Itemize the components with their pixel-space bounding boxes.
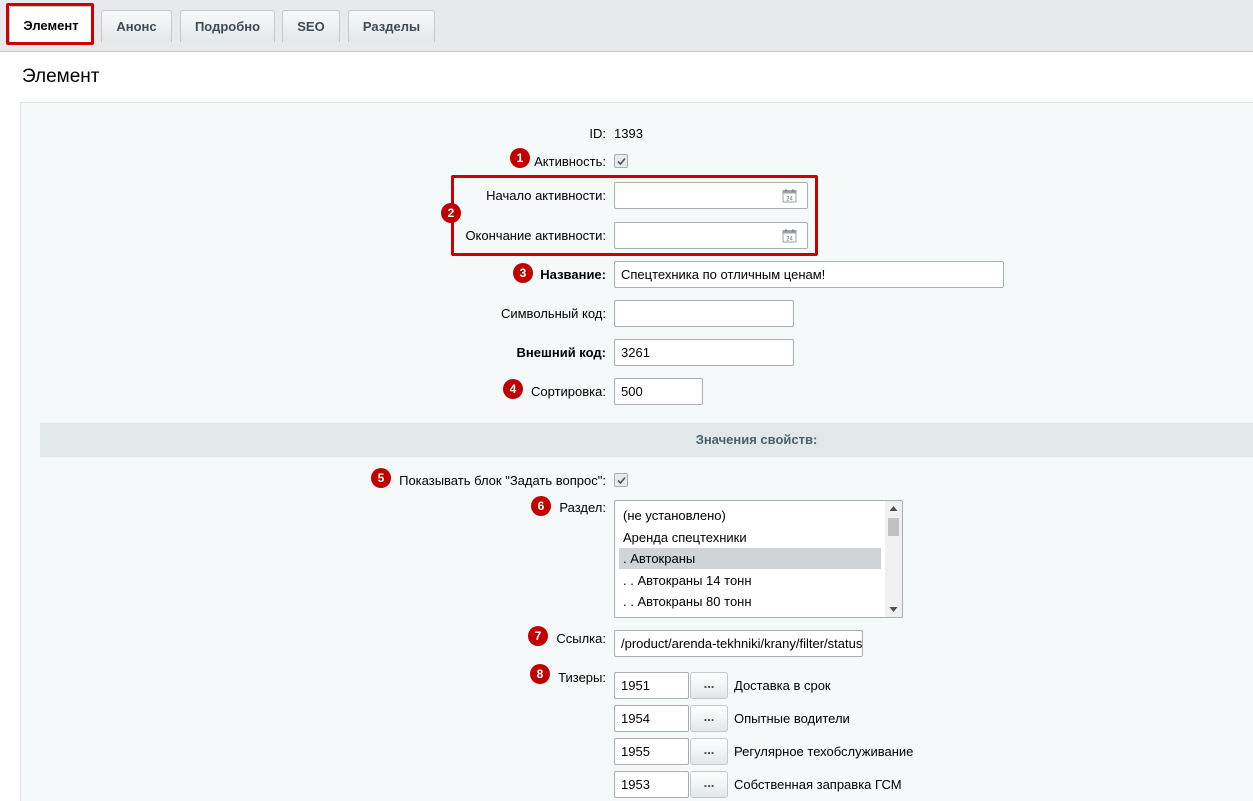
- teaser-select-button[interactable]: ...: [690, 738, 728, 765]
- show-question-label: Показывать блок "Задать вопрос":: [399, 473, 606, 488]
- badge-3: 3: [513, 263, 533, 283]
- id-label: ID:: [589, 126, 606, 141]
- badge-8: 8: [530, 664, 550, 684]
- teaser-select-button[interactable]: ...: [690, 672, 728, 699]
- checkmark-icon: [617, 157, 626, 166]
- code-input[interactable]: [614, 300, 794, 327]
- active-label: Активность:: [534, 154, 606, 169]
- code-label: Символьный код:: [500, 306, 606, 321]
- badge-4: 4: [503, 379, 523, 399]
- section-option[interactable]: Аренда спецтехники: [619, 527, 881, 548]
- active-from-label: Начало активности:: [486, 188, 606, 203]
- properties-section-title: Значения свойств:: [695, 432, 818, 447]
- section-label: Раздел:: [559, 500, 606, 515]
- properties-section-header: Значения свойств:: [40, 423, 1253, 457]
- active-from-input[interactable]: 24: [614, 182, 808, 209]
- teaser-name: Собственная заправка ГСМ: [734, 777, 902, 792]
- calendar-icon[interactable]: 24: [782, 188, 797, 203]
- teaser-id-input[interactable]: 1951: [614, 672, 689, 699]
- teaser-select-button[interactable]: ...: [690, 771, 728, 798]
- active-to-label: Окончание активности:: [465, 228, 606, 243]
- scroll-up-icon[interactable]: [889, 505, 898, 512]
- teaser-id-input[interactable]: 1953: [614, 771, 689, 798]
- section-option-selected[interactable]: . Автокраны: [619, 548, 881, 569]
- link-label: Ссылка:: [556, 631, 606, 646]
- xml-id-label: Внешний код:: [516, 345, 606, 360]
- id-value: 1393: [614, 126, 643, 141]
- scroll-down-icon[interactable]: [889, 606, 898, 613]
- show-question-checkbox[interactable]: [614, 473, 628, 487]
- tab-element[interactable]: Элемент: [9, 6, 93, 44]
- name-label: Название:: [540, 267, 606, 282]
- svg-text:24: 24: [786, 197, 793, 203]
- teaser-select-button[interactable]: ...: [690, 705, 728, 732]
- tab-bar: Элемент Анонс Подробно SEO Разделы: [0, 0, 1253, 52]
- name-input[interactable]: Спецтехника по отличным ценам!: [614, 261, 1004, 288]
- tab-details[interactable]: Подробно: [180, 10, 275, 42]
- teasers-label: Тизеры:: [558, 670, 606, 685]
- section-multiselect[interactable]: (не установлено) Аренда спецтехники . Ав…: [614, 500, 903, 618]
- tab-announce[interactable]: Анонс: [101, 10, 172, 42]
- teaser-id-input[interactable]: 1954: [614, 705, 689, 732]
- section-option[interactable]: . . Автокраны 80 тонн: [619, 591, 881, 612]
- calendar-icon[interactable]: 24: [782, 228, 797, 243]
- scrollbar-thumb[interactable]: [888, 518, 899, 536]
- badge-6: 6: [531, 496, 551, 516]
- section-option[interactable]: (не установлено): [619, 505, 881, 526]
- link-input[interactable]: /product/arenda-tekhniki/krany/filter/st…: [614, 630, 863, 657]
- svg-text:24: 24: [786, 237, 793, 243]
- badge-1: 1: [510, 148, 530, 168]
- sort-label: Сортировка:: [531, 384, 606, 399]
- sort-input[interactable]: 500: [614, 378, 703, 405]
- teaser-name: Доставка в срок: [734, 678, 831, 693]
- badge-7: 7: [528, 626, 548, 646]
- section-option[interactable]: . . Автокраны 14 тонн: [619, 570, 881, 591]
- teaser-id-input[interactable]: 1955: [614, 738, 689, 765]
- active-to-input[interactable]: 24: [614, 222, 808, 249]
- list-scrollbar[interactable]: [885, 501, 902, 617]
- active-checkbox[interactable]: [614, 154, 628, 168]
- badge-2: 2: [441, 203, 461, 223]
- teaser-name: Регулярное техобслуживание: [734, 744, 914, 759]
- badge-5: 5: [371, 468, 391, 488]
- checkmark-icon: [617, 476, 626, 485]
- tab-seo[interactable]: SEO: [282, 10, 340, 42]
- tab-sections[interactable]: Разделы: [348, 10, 435, 42]
- xml-id-input[interactable]: 3261: [614, 339, 794, 366]
- page-title: Элемент: [22, 66, 100, 87]
- teaser-name: Опытные водители: [734, 711, 850, 726]
